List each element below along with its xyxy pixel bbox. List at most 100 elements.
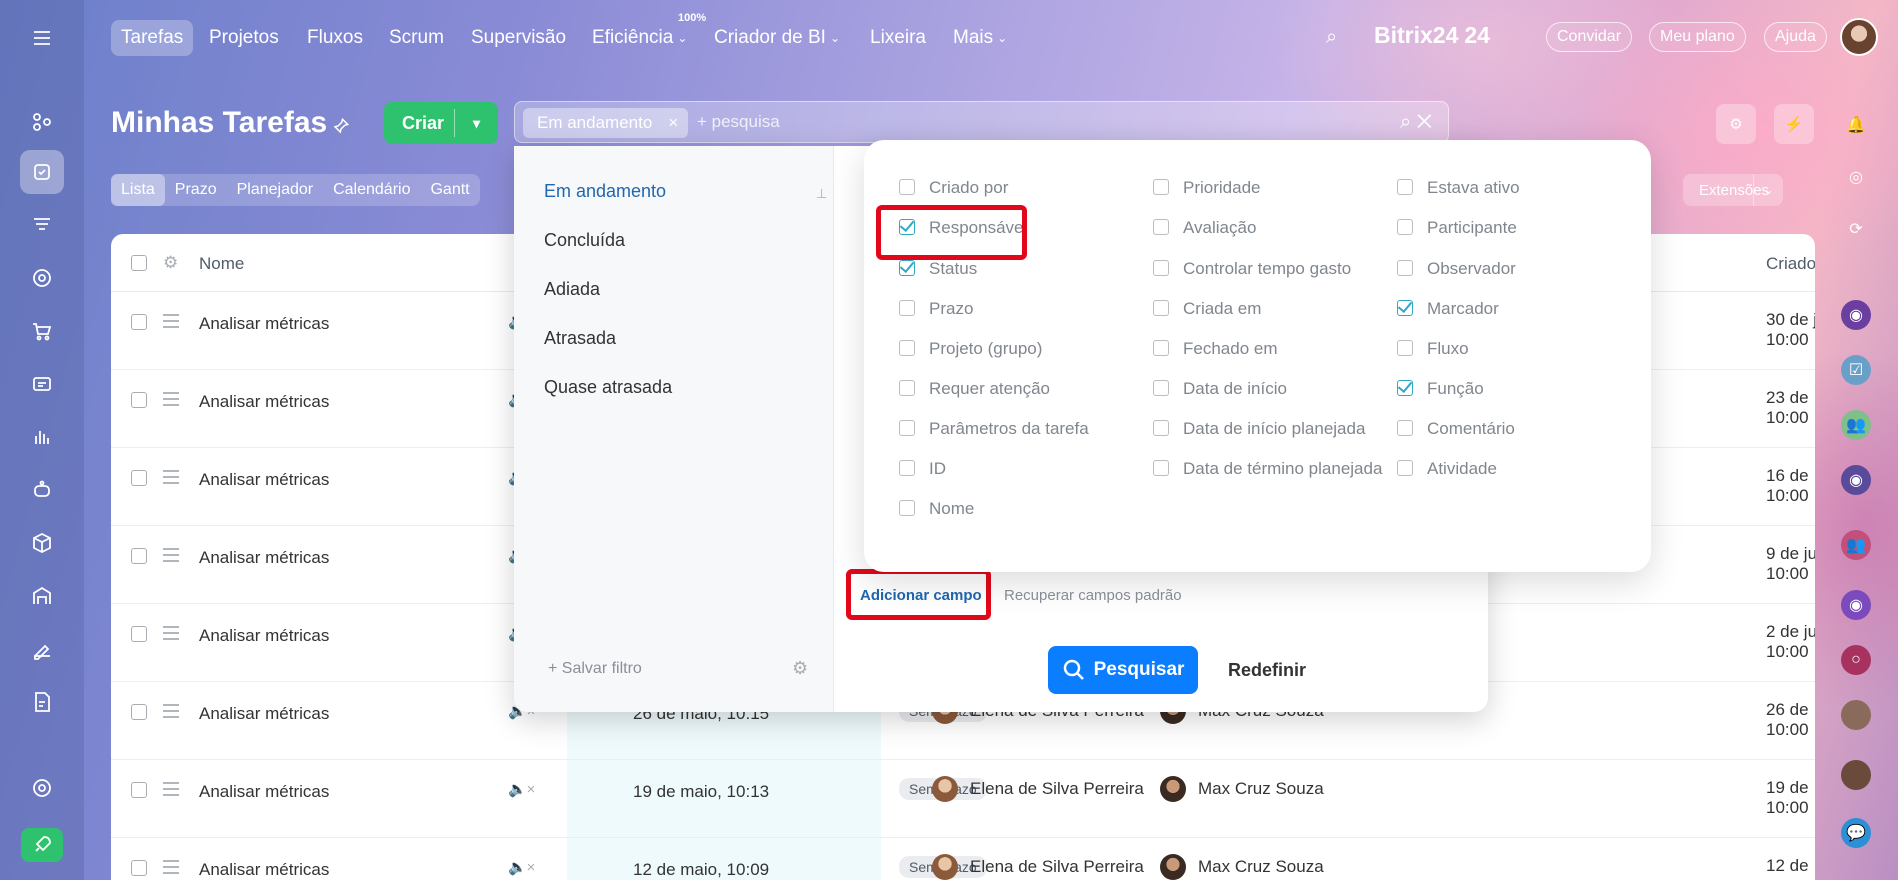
signature-icon[interactable] (20, 627, 64, 671)
settings-gear-icon[interactable]: ⚙ (1716, 104, 1756, 144)
warehouse-icon[interactable] (20, 574, 64, 618)
preset-adiada[interactable]: Adiada (544, 279, 600, 300)
search-icon[interactable]: ⌕ (1326, 26, 1337, 49)
field-option[interactable]: Fechado em (1153, 338, 1383, 359)
settings-gear-icon[interactable]: ⚙ (792, 658, 808, 679)
mute-icon[interactable]: 🔈× (508, 858, 535, 876)
field-checkbox[interactable] (899, 300, 915, 316)
close-icon[interactable]: × (668, 113, 678, 133)
row-checkbox[interactable] (131, 704, 147, 720)
field-option[interactable]: Observador (1397, 258, 1627, 279)
field-checkbox[interactable] (899, 460, 915, 476)
nav-tab-mais[interactable]: Mais ⌄ (943, 20, 1017, 56)
row-menu-icon[interactable] (163, 392, 179, 406)
funnel-icon[interactable] (20, 203, 64, 247)
chevron-down-icon[interactable]: ⌄ (1753, 174, 1783, 206)
row-menu-icon[interactable] (163, 314, 179, 328)
nav-tab-lixeira[interactable]: Lixeira (860, 20, 936, 56)
task-title[interactable]: Analisar métricas (199, 548, 329, 568)
field-option[interactable]: Projeto (grupo) (899, 338, 1129, 359)
field-checkbox[interactable] (899, 500, 915, 516)
create-button[interactable]: Criar ▾ (384, 102, 498, 144)
row-menu-icon[interactable] (163, 782, 179, 796)
preset-quase-atrasada[interactable]: Quase atrasada (544, 377, 672, 398)
nav-tab-projetos[interactable]: Projetos (199, 20, 289, 56)
creator-person[interactable]: Max Cruz Souza (1160, 776, 1324, 802)
task-title[interactable]: Analisar métricas (199, 392, 329, 412)
field-option[interactable]: Data de início (1153, 378, 1383, 399)
field-option[interactable]: Função (1397, 378, 1627, 399)
field-checkbox[interactable] (1153, 300, 1169, 316)
field-option[interactable]: Criado por (899, 177, 1129, 198)
search-button[interactable]: Pesquisar (1048, 646, 1198, 694)
analytics-icon[interactable] (20, 415, 64, 459)
field-option[interactable]: Criada em (1153, 298, 1383, 319)
field-checkbox[interactable] (1397, 380, 1413, 396)
group-icon[interactable]: 👥 (1841, 530, 1871, 560)
field-checkbox[interactable] (1153, 219, 1169, 235)
field-checkbox[interactable] (1397, 260, 1413, 276)
active-filter-chip[interactable]: Em andamento × (523, 108, 689, 138)
field-option[interactable]: ID (899, 458, 1129, 479)
row-menu-icon[interactable] (163, 470, 179, 484)
cart-icon[interactable] (20, 309, 64, 353)
task-title[interactable]: Analisar métricas (199, 470, 329, 490)
channel-icon[interactable]: ◉ (1841, 300, 1871, 330)
my-plan-button[interactable]: Meu plano (1649, 22, 1746, 52)
task-title[interactable]: Analisar métricas (199, 704, 329, 724)
reset-button[interactable]: Redefinir (1228, 660, 1306, 681)
bell-icon[interactable]: 🔔 (1841, 110, 1871, 140)
extensions-button[interactable]: Extensões ⌄ (1683, 174, 1783, 206)
responsible-person[interactable]: Elena de Silva Perreira (932, 854, 1144, 880)
field-checkbox[interactable] (899, 340, 915, 356)
field-checkbox[interactable] (899, 179, 915, 195)
field-checkbox[interactable] (1153, 260, 1169, 276)
chat-icon[interactable]: 💬 (1841, 818, 1871, 848)
field-option[interactable]: Participante (1397, 217, 1627, 238)
channel-icon[interactable]: ◉ (1841, 590, 1871, 620)
row-checkbox[interactable] (131, 860, 147, 876)
field-checkbox[interactable] (1153, 380, 1169, 396)
field-option[interactable]: Fluxo (1397, 338, 1627, 359)
row-menu-icon[interactable] (163, 704, 179, 718)
column-header-name[interactable]: Nome (199, 254, 244, 274)
close-icon[interactable]: ✕ (1417, 111, 1432, 133)
column-settings-gear-icon[interactable]: ⚙ (163, 253, 178, 273)
table-row[interactable]: Analisar métricas 🔈× 19 de maio, 10:13 Sem … (111, 760, 1815, 838)
tab-planejador[interactable]: Planejador (227, 174, 324, 206)
target-icon[interactable] (20, 256, 64, 300)
filter-search-bar[interactable]: Em andamento × + pesquisa ⌕ ✕ (514, 101, 1449, 143)
nav-tab-criador-de-bi[interactable]: Criador de BI ⌄ (704, 20, 850, 56)
row-checkbox[interactable] (131, 626, 147, 642)
preset-concluida[interactable]: Concluída (544, 230, 625, 251)
task-deadline[interactable]: 19 de maio, 10:13 (633, 782, 769, 802)
hamburger-menu-icon[interactable] (20, 16, 64, 60)
add-field-link[interactable]: Adicionar campo (860, 587, 982, 604)
field-checkbox[interactable] (1153, 340, 1169, 356)
save-filter-button[interactable]: + Salvar filtro (548, 660, 642, 678)
column-header-created[interactable]: Criado (1766, 254, 1815, 274)
field-checkbox[interactable] (1153, 420, 1169, 436)
row-menu-icon[interactable] (163, 860, 179, 874)
task-title[interactable]: Analisar métricas (199, 314, 329, 334)
row-checkbox[interactable] (131, 548, 147, 564)
row-menu-icon[interactable] (163, 548, 179, 562)
row-menu-icon[interactable] (163, 626, 179, 640)
tab-lista[interactable]: Lista (111, 174, 165, 206)
field-checkbox[interactable] (1153, 460, 1169, 476)
row-checkbox[interactable] (131, 470, 147, 486)
field-option[interactable]: Marcador (1397, 298, 1627, 319)
restore-default-fields-link[interactable]: Recuperar campos padrão (1004, 587, 1182, 604)
document-edit-icon[interactable] (20, 680, 64, 724)
field-checkbox[interactable] (1397, 300, 1413, 316)
row-checkbox[interactable] (131, 314, 147, 330)
invite-button[interactable]: Convidar (1546, 22, 1633, 52)
pin-icon[interactable]: ⊥ (816, 186, 827, 202)
tab-gantt[interactable]: Gantt (420, 174, 479, 206)
copilot-icon[interactable]: ◎ (1841, 162, 1871, 192)
preset-em-andamento[interactable]: Em andamento (544, 181, 666, 202)
rocket-icon[interactable] (21, 828, 63, 862)
group-icon[interactable]: 👥 (1841, 410, 1871, 440)
channel-icon[interactable]: ◉ (1841, 465, 1871, 495)
lightning-icon[interactable]: ⚡ (1774, 104, 1814, 144)
